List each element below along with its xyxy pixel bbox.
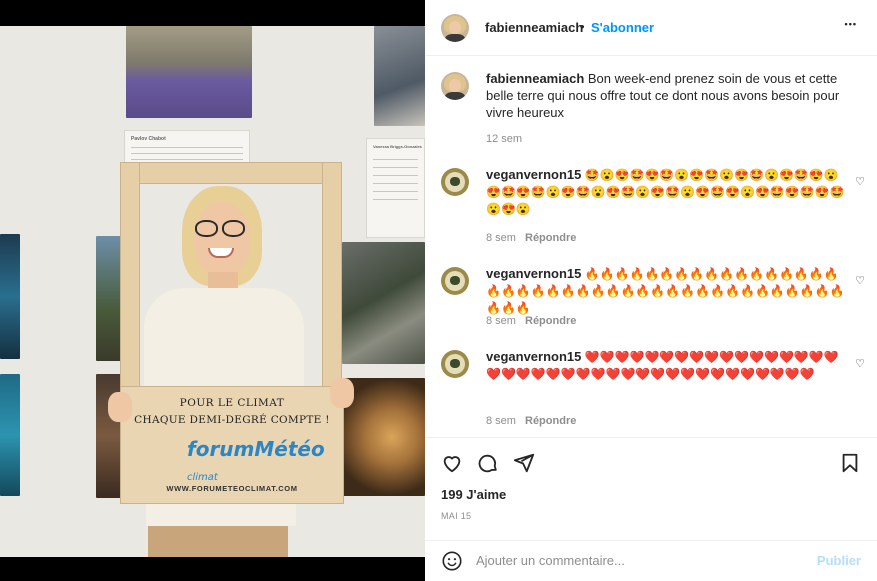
emoji-icon[interactable]	[441, 550, 463, 572]
wall-label-title: Pavlov Chabot	[131, 136, 166, 142]
hand-right	[330, 378, 354, 408]
follow-button[interactable]: S'abonner	[591, 20, 654, 35]
person-face	[194, 202, 250, 276]
wall-label-title: Vanessa Briggs-Gonzales	[373, 144, 422, 149]
author-avatar[interactable]	[441, 14, 469, 42]
logo-subtext: climat	[187, 472, 218, 483]
forum-meteo-logo: forumMétéo climat	[187, 437, 343, 485]
wall-photo-jaguar	[342, 378, 425, 496]
heart-icon[interactable]	[441, 452, 463, 474]
comment-like-heart-icon[interactable]: ♡	[855, 175, 865, 188]
comment-time[interactable]: 8 sem	[486, 415, 516, 427]
comment-username[interactable]: veganvernon15	[486, 266, 581, 281]
comment-time[interactable]: 8 sem	[486, 315, 516, 327]
post-date: MAI 15	[441, 511, 472, 521]
comment-reply-button[interactable]: Répondre	[525, 232, 576, 244]
publish-button[interactable]: Publier	[817, 553, 861, 568]
wall-photo-top-right	[374, 26, 425, 126]
glasses-right	[222, 220, 245, 237]
wall-photo-lavender	[126, 26, 252, 118]
hand-left	[108, 392, 132, 422]
bookmark-icon[interactable]	[839, 452, 861, 474]
wooden-frame-left	[120, 162, 140, 392]
wall-photo-left-blue	[0, 234, 20, 359]
caption-username[interactable]: fabienneamiach	[486, 71, 584, 86]
comment-avatar[interactable]	[441, 267, 469, 295]
comment-time[interactable]: 8 sem	[486, 232, 516, 244]
photo-bottom-letterbox	[0, 557, 425, 581]
logo-text: forumMétéo	[187, 437, 325, 461]
sign-line-2: CHAQUE DEMI-DEGRÉ COMPTE !	[134, 414, 330, 426]
comment-input[interactable]: Ajouter un commentaire...	[476, 553, 625, 568]
comment-username[interactable]: veganvernon15	[486, 167, 581, 182]
separator-dot: •	[580, 19, 585, 34]
post-side-panel: fabienneamiach • S'abonner ••• fabiennea…	[425, 0, 877, 581]
comment: veganvernon15 ❤️❤️❤️❤️❤️❤️❤️❤️❤️❤️❤️❤️❤️…	[486, 348, 846, 383]
more-options-icon[interactable]: •••	[845, 19, 857, 29]
sign-url: WWW.FORUMETEOCLIMAT.COM	[166, 484, 298, 493]
photo-top-letterbox	[0, 0, 425, 26]
post-photo[interactable]: Pavlov Chabot Vanessa Briggs-Gonzales PO…	[0, 26, 425, 557]
post-header: fabienneamiach • S'abonner •••	[425, 0, 877, 56]
glasses-left	[195, 220, 218, 237]
sign-line-1: POUR LE CLIMAT	[179, 397, 285, 409]
wooden-frame-top	[120, 162, 340, 184]
likes-count[interactable]: 199 J'aime	[441, 487, 506, 502]
share-icon[interactable]	[513, 452, 535, 474]
comment-reply-button[interactable]: Répondre	[525, 315, 576, 327]
caption-avatar[interactable]	[441, 72, 469, 100]
comment-reply-button[interactable]: Répondre	[525, 415, 576, 427]
comment: veganvernon15 🤩😮😍🤩😍🤩😮😍🤩😮😍🤩😮😍🤩😍😮😍🤩😍🤩😮😍🤩😮😍…	[486, 166, 846, 218]
author-username[interactable]: fabienneamiach	[485, 20, 583, 35]
add-comment-bar: Ajouter un commentaire... Publier	[425, 540, 877, 581]
climate-sign: POUR LE CLIMAT CHAQUE DEMI-DEGRÉ COMPTE …	[120, 386, 344, 504]
comment-icon[interactable]	[477, 452, 499, 474]
comment-avatar[interactable]	[441, 350, 469, 378]
wall-photo-left-sea	[0, 374, 20, 496]
wooden-frame-right	[322, 162, 342, 392]
caption-time[interactable]: 12 sem	[486, 133, 522, 145]
comment: veganvernon15 🔥🔥🔥🔥🔥🔥🔥🔥🔥🔥🔥🔥🔥🔥🔥🔥🔥🔥🔥🔥🔥🔥🔥🔥🔥🔥…	[486, 265, 846, 317]
comment-like-heart-icon[interactable]: ♡	[855, 357, 865, 370]
comment-avatar[interactable]	[441, 168, 469, 196]
comment-username[interactable]: veganvernon15	[486, 349, 581, 364]
post-caption: fabienneamiach Bon week-end prenez soin …	[486, 70, 846, 121]
comment-like-heart-icon[interactable]: ♡	[855, 274, 865, 287]
wall-photo-rocks	[342, 242, 425, 364]
wall-label-right: Vanessa Briggs-Gonzales	[366, 138, 425, 238]
